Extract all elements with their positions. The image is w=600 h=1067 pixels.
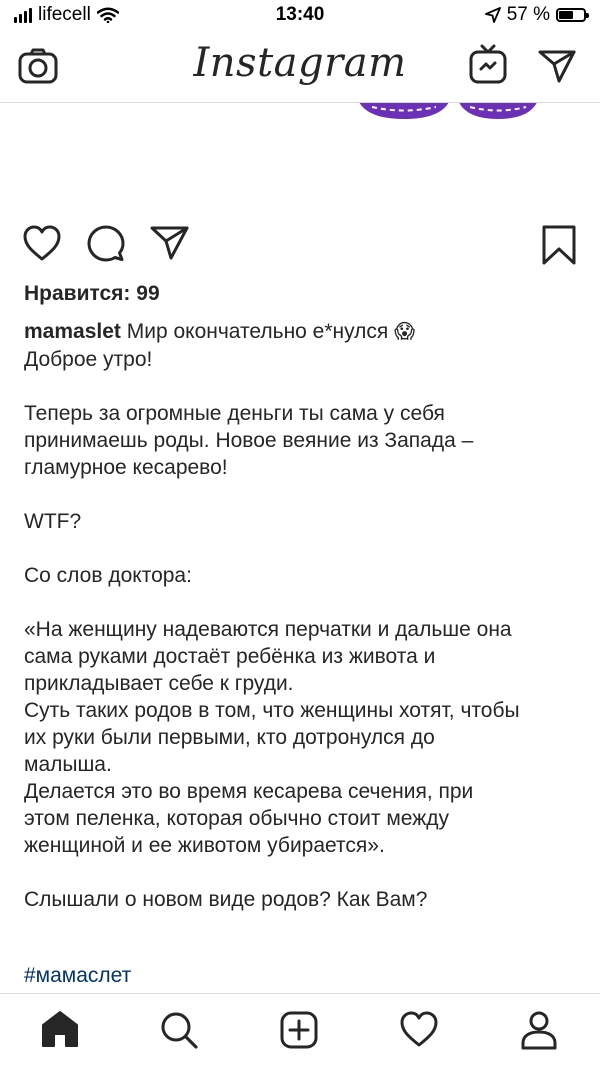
post-caption: mamaslet Мир окончательно е*нулся 😱 Добр… — [24, 318, 584, 913]
add-post-icon[interactable] — [279, 1010, 319, 1050]
battery-icon — [556, 8, 589, 22]
caption-first-text: Мир окончательно е*нулся — [126, 320, 389, 343]
status-bar: lifecell 13:40 57 % — [0, 0, 600, 34]
home-icon[interactable] — [40, 1010, 80, 1048]
caption-line: малыша. — [24, 753, 112, 776]
search-icon[interactable] — [159, 1010, 199, 1050]
hashtag-link[interactable]: #мамаслет — [24, 964, 131, 988]
scream-emoji: 😱 — [394, 321, 415, 343]
post-actions — [0, 220, 600, 268]
direct-send-icon[interactable] — [538, 48, 576, 84]
caption-line: Доброе утро! — [24, 348, 153, 371]
caption-line: Теперь за огромные деньги ты сама у себя — [24, 402, 445, 425]
caption-line: Суть таких родов в том, что женщины хотя… — [24, 699, 520, 722]
caption-line: WTF? — [24, 510, 82, 533]
bottom-tab-bar — [0, 993, 600, 1067]
bookmark-icon[interactable] — [540, 224, 578, 266]
caption-line: их руки были первыми, кто дотронулся до — [24, 726, 435, 749]
instagram-logo: Instagram — [193, 40, 407, 86]
caption-line: этом пеленка, которая обычно стоит между — [24, 807, 450, 830]
share-icon[interactable] — [150, 224, 190, 262]
caption-line: принимаешь роды. Новое веяние из Запада … — [24, 429, 474, 452]
battery-percent: 57 % — [506, 4, 550, 25]
comment-icon[interactable] — [86, 224, 126, 262]
caption-line: прикладывает себе к груди. — [24, 672, 294, 695]
profile-icon[interactable] — [520, 1010, 558, 1050]
caption-first-line: mamaslet Мир окончательно е*нулся 😱 — [24, 318, 584, 346]
caption-line: сама руками достаёт ребёнка из живота и — [24, 645, 436, 668]
igtv-icon[interactable] — [469, 44, 507, 84]
status-right: 57 % — [484, 4, 589, 26]
caption-line: женщиной и ее животом убирается». — [24, 834, 385, 857]
like-heart-icon[interactable] — [22, 224, 62, 262]
post-image[interactable] — [0, 103, 600, 213]
likes-count[interactable]: Нравится: 99 — [24, 282, 160, 306]
location-arrow-icon — [484, 7, 501, 23]
caption-line: Делается это во время кесарева сечения, … — [24, 780, 474, 803]
top-navigation: Instagram — [0, 34, 600, 103]
caption-line: Со слов доктора: — [24, 564, 192, 587]
activity-heart-icon[interactable] — [399, 1010, 439, 1048]
caption-line: Слышали о новом виде родов? Как Вам? — [24, 888, 428, 911]
caption-line: гламурное кесарево! — [24, 456, 228, 479]
caption-username[interactable]: mamaslet — [24, 320, 121, 343]
post-image-graphic — [359, 103, 537, 119]
caption-line: «На женщину надеваются перчатки и дальше… — [24, 618, 512, 641]
